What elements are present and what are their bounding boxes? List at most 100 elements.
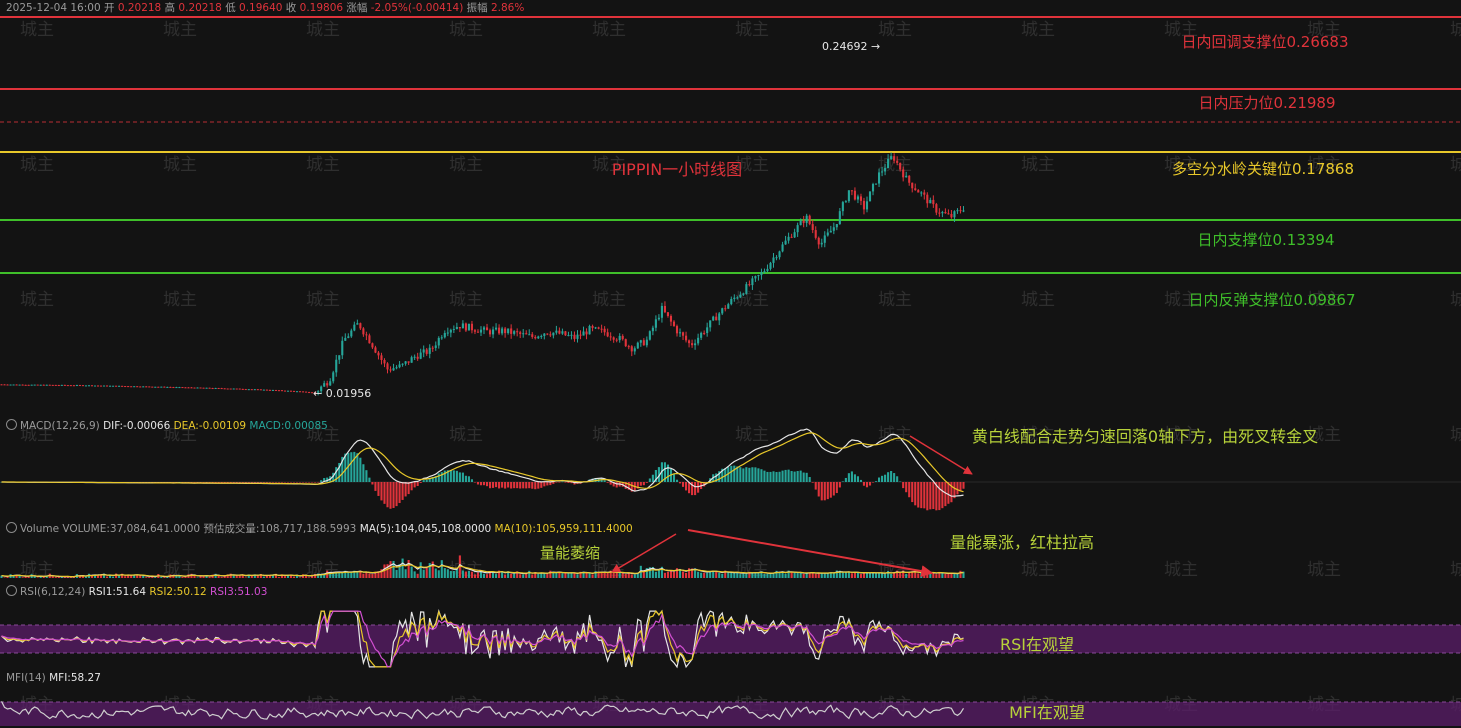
rsi-legend[interactable]: RSI(6,12,24) RSI1:51.64 RSI2:50.12 RSI3:… bbox=[6, 585, 267, 598]
candle-body bbox=[651, 327, 654, 332]
watermark-text: 城主 bbox=[449, 425, 483, 445]
candle-body bbox=[838, 211, 841, 224]
candle-body bbox=[633, 348, 636, 352]
candle-body bbox=[449, 329, 452, 333]
collapse-icon[interactable] bbox=[6, 522, 17, 533]
low-marker: ← 0.01956 bbox=[313, 387, 371, 400]
candle-body bbox=[329, 381, 332, 386]
watermark-text: 城主 bbox=[20, 290, 54, 310]
macd-bar bbox=[395, 482, 398, 507]
volume-bar bbox=[841, 572, 844, 578]
volume-bar bbox=[763, 573, 766, 578]
chart-canvas: 城主城主城主城主城主城主城主城主城主城主城主城主城主城主城主城主城主城主城主城主… bbox=[0, 0, 1461, 728]
volume-bar bbox=[522, 574, 525, 578]
candle-body bbox=[410, 357, 413, 363]
candle-body bbox=[567, 335, 570, 337]
candle-body bbox=[302, 391, 305, 393]
volume-bar bbox=[244, 577, 247, 578]
candle-body bbox=[368, 335, 371, 344]
watermark-text: 城主 bbox=[1021, 20, 1055, 40]
volume-bar bbox=[482, 573, 486, 578]
volume-bar bbox=[277, 577, 281, 578]
macd-bar bbox=[277, 482, 281, 483]
volume-legend[interactable]: Volume VOLUME:37,084,641.0000 预估成交量:108,… bbox=[6, 521, 633, 536]
candle-body bbox=[202, 387, 205, 389]
macd-bar bbox=[648, 478, 651, 482]
candle-body bbox=[902, 169, 905, 178]
candle-body bbox=[654, 319, 657, 328]
candle-body bbox=[534, 336, 537, 339]
candle-body bbox=[350, 330, 353, 337]
watermark-text: 城主 bbox=[449, 155, 483, 175]
macd-legend[interactable]: MACD(12,26,9) DIF:-0.00066 DEA:-0.00109 … bbox=[6, 419, 328, 432]
macd-bar bbox=[835, 482, 838, 494]
mfi-legend[interactable]: MFI(14) MFI:58.27 bbox=[6, 672, 101, 684]
candle-body bbox=[223, 388, 226, 390]
macd-bar bbox=[537, 482, 540, 489]
watermark-text: 城主 bbox=[1307, 560, 1341, 580]
volume-bar bbox=[510, 573, 513, 578]
candle-body bbox=[672, 321, 676, 327]
candle-body bbox=[528, 334, 531, 336]
candle-body bbox=[172, 387, 175, 389]
candle-body bbox=[241, 388, 244, 390]
candle-body bbox=[157, 386, 160, 388]
mfi-band bbox=[0, 702, 1461, 726]
macd-bar bbox=[778, 471, 781, 482]
macd-bar bbox=[730, 465, 733, 482]
candle-body bbox=[552, 332, 555, 336]
candle-body bbox=[504, 328, 507, 334]
macd-bar bbox=[859, 479, 863, 482]
candle-body bbox=[344, 337, 347, 341]
volume-bar bbox=[703, 572, 706, 578]
candle-body bbox=[877, 172, 881, 184]
candle-body bbox=[121, 385, 124, 387]
watermark-text: 城主 bbox=[163, 290, 197, 310]
macd-bar bbox=[359, 457, 362, 482]
volume-bar bbox=[585, 572, 588, 578]
macd-bar bbox=[217, 482, 220, 483]
macd-bar bbox=[826, 482, 829, 500]
candle-body bbox=[865, 201, 869, 210]
macd-bar bbox=[817, 482, 820, 497]
volume-bar bbox=[298, 577, 302, 578]
macd-bar bbox=[615, 482, 618, 488]
watermark-text: 城主 bbox=[306, 20, 340, 40]
macd-bar bbox=[853, 474, 856, 482]
volume-bar bbox=[793, 572, 796, 578]
candle-body bbox=[190, 387, 193, 389]
collapse-icon[interactable] bbox=[6, 585, 17, 596]
candle-body bbox=[959, 210, 962, 212]
change-label: 涨幅 bbox=[346, 2, 368, 14]
macd-bar bbox=[651, 474, 654, 482]
candle-body bbox=[688, 340, 691, 344]
macd-label: MACD(12,26,9) bbox=[20, 420, 100, 432]
level-label: 日内回调支撑位0.26683 bbox=[1181, 33, 1348, 51]
amp-label: 振幅 bbox=[466, 2, 488, 14]
macd-bar bbox=[868, 482, 872, 486]
volume-bar bbox=[404, 569, 407, 578]
candle-body bbox=[398, 364, 401, 368]
candle-body bbox=[923, 192, 926, 195]
candle-body bbox=[853, 190, 856, 200]
candle-body bbox=[305, 391, 308, 393]
candle-body bbox=[823, 235, 826, 243]
candle-body bbox=[594, 327, 597, 329]
candle-body bbox=[802, 220, 805, 223]
collapse-icon[interactable] bbox=[6, 419, 17, 430]
candle-body bbox=[953, 211, 956, 218]
macd-bar bbox=[546, 482, 549, 486]
candle-body bbox=[675, 326, 679, 334]
candle-body bbox=[102, 385, 106, 387]
macd-bar bbox=[799, 470, 802, 482]
macd-bar bbox=[320, 480, 323, 482]
candle-body bbox=[736, 297, 739, 299]
watermark-text: 城主 bbox=[1164, 560, 1198, 580]
level-label: 日内支撑位0.13394 bbox=[1197, 231, 1334, 249]
volume-bar bbox=[784, 573, 787, 578]
volume-bar bbox=[588, 573, 591, 578]
candle-body bbox=[669, 315, 673, 322]
macd-bar bbox=[452, 470, 455, 482]
candle-body bbox=[48, 384, 51, 386]
candle-body bbox=[501, 328, 504, 334]
